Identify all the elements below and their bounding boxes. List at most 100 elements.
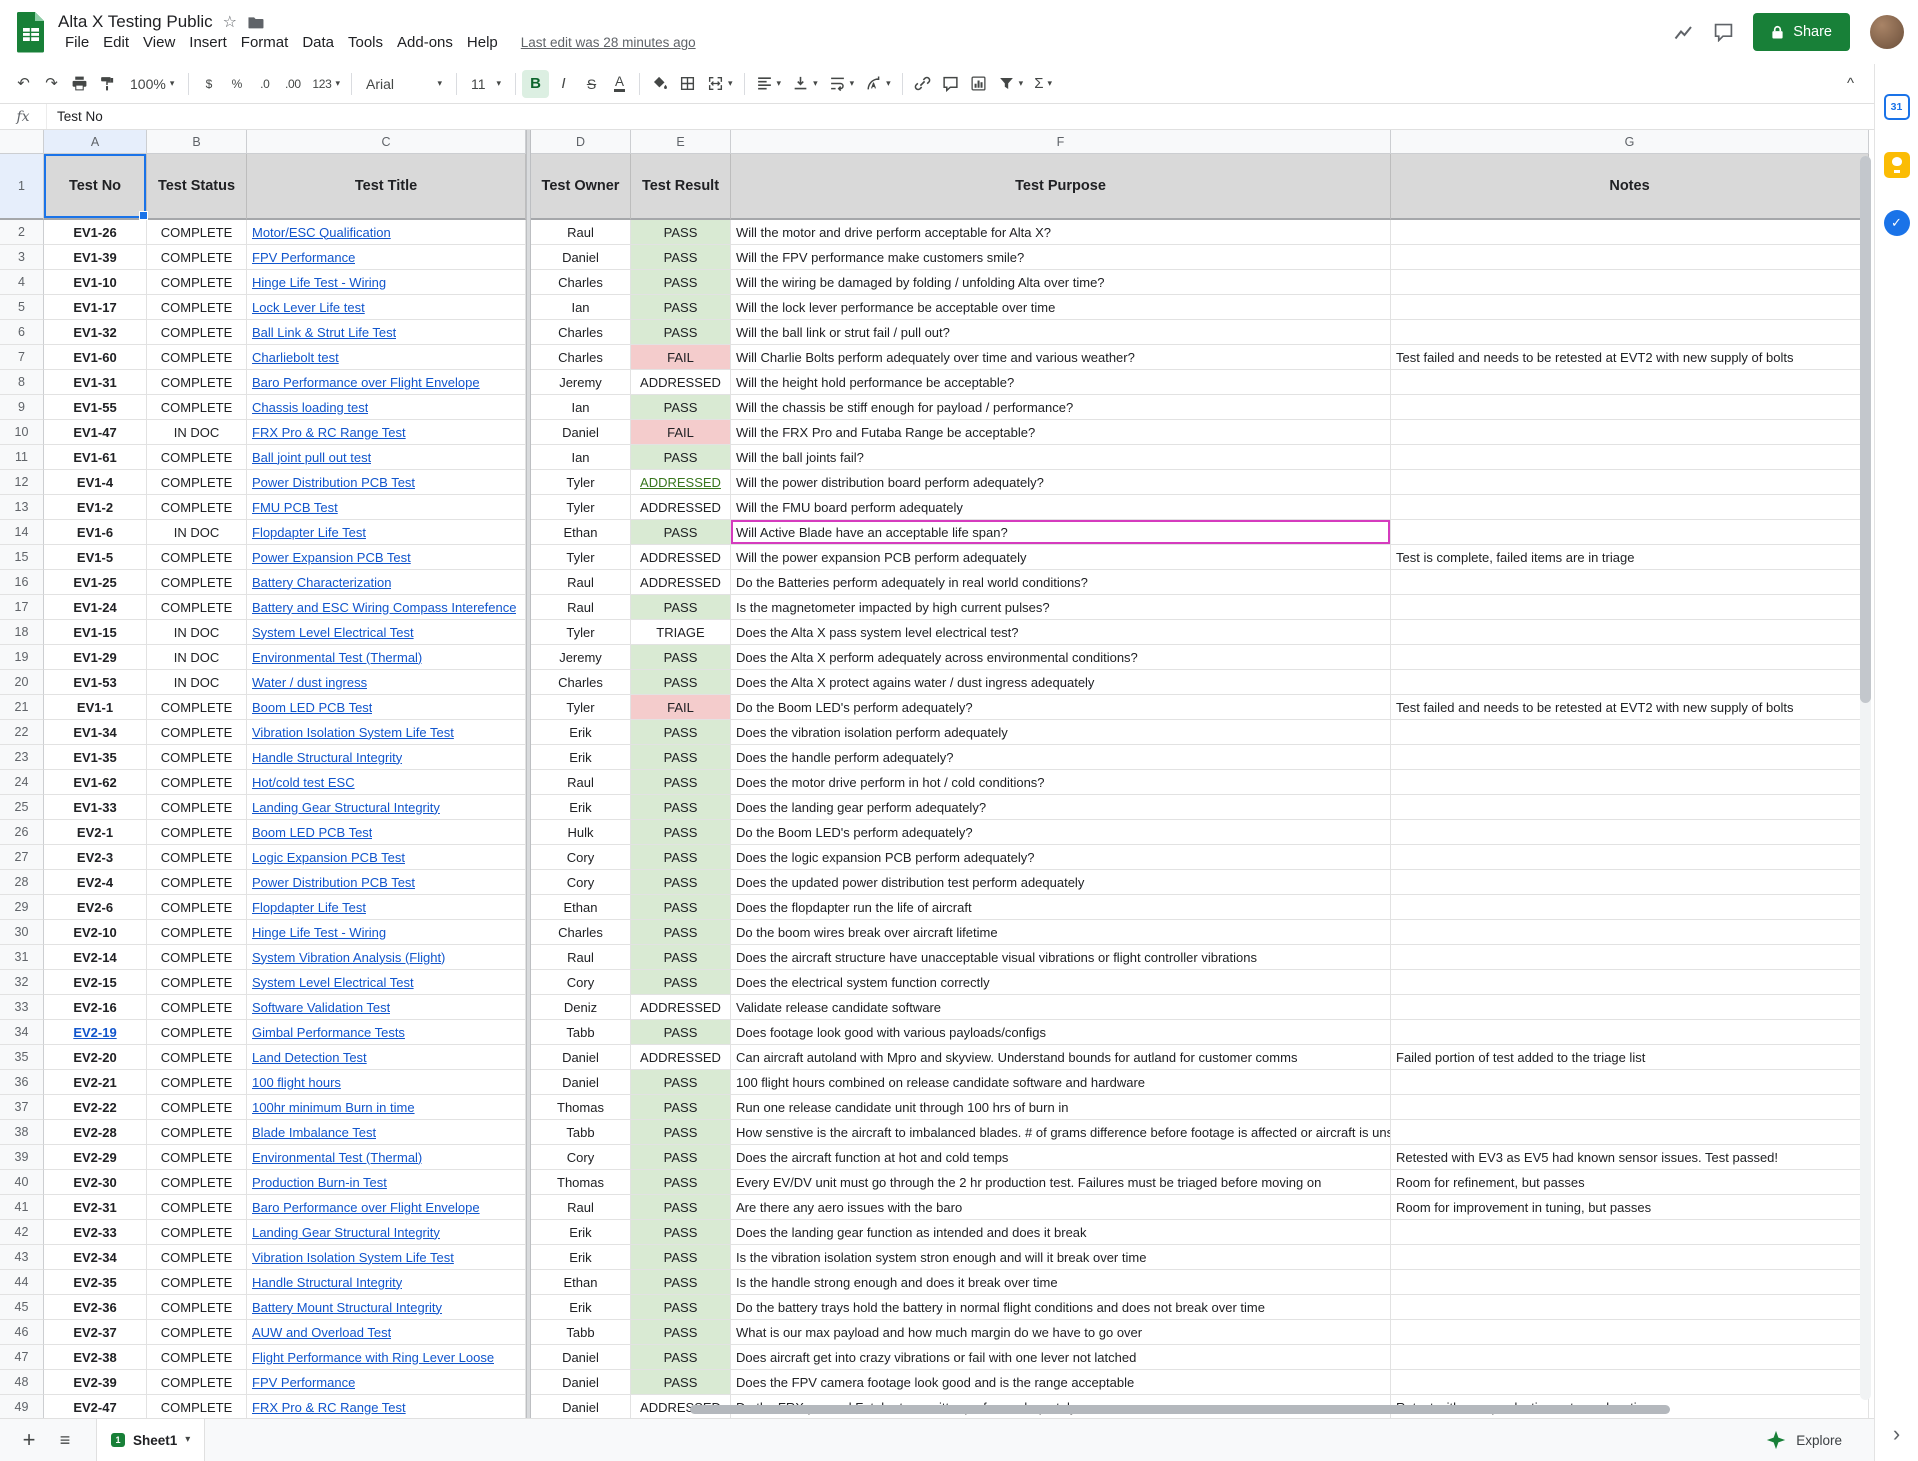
row-header-19[interactable]: 19	[0, 645, 44, 670]
row-header-22[interactable]: 22	[0, 720, 44, 745]
cell-test-result[interactable]: PASS	[631, 945, 731, 970]
cell-test-purpose[interactable]: Do the boom wires break over aircraft li…	[731, 920, 1391, 945]
row-header-42[interactable]: 42	[0, 1220, 44, 1245]
increase-decimals-button[interactable]: .00	[279, 70, 306, 98]
cell-test-owner[interactable]: Hulk	[531, 820, 631, 845]
cell-test-status[interactable]: IN DOC	[147, 520, 247, 545]
cell-test-no[interactable]: EV1-6	[44, 520, 147, 545]
cell-notes[interactable]: Test failed and needs to be retested at …	[1391, 345, 1869, 370]
menu-file[interactable]: File	[58, 33, 96, 52]
test-title-link[interactable]: Hot/cold test ESC	[252, 775, 355, 790]
cell-test-purpose[interactable]: Does the handle perform adequately?	[731, 745, 1391, 770]
collapse-toolbar-button[interactable]: ^	[1837, 70, 1864, 98]
cell-test-result[interactable]: PASS	[631, 1145, 731, 1170]
test-title-link[interactable]: Land Detection Test	[252, 1050, 367, 1065]
cell-test-owner[interactable]: Tabb	[531, 1020, 631, 1045]
cell-test-status[interactable]: COMPLETE	[147, 1395, 247, 1418]
functions-button[interactable]: Σ▾	[1029, 70, 1057, 98]
cell-test-status[interactable]: IN DOC	[147, 620, 247, 645]
test-title-link[interactable]: Charliebolt test	[252, 350, 339, 365]
cell-test-no[interactable]: EV1-5	[44, 545, 147, 570]
cell-test-result[interactable]: PASS	[631, 895, 731, 920]
cell-test-no[interactable]: EV2-22	[44, 1095, 147, 1120]
cell-test-no[interactable]: EV2-21	[44, 1070, 147, 1095]
cell-test-owner[interactable]: Daniel	[531, 420, 631, 445]
cell-test-status[interactable]: IN DOC	[147, 670, 247, 695]
cell-notes[interactable]	[1391, 520, 1869, 545]
cell-test-result[interactable]: FAIL	[631, 420, 731, 445]
cell-notes[interactable]: Test is complete, failed items are in tr…	[1391, 545, 1869, 570]
keep-icon[interactable]	[1884, 152, 1910, 178]
cell-notes[interactable]	[1391, 395, 1869, 420]
tasks-icon[interactable]: ✓	[1884, 210, 1910, 236]
test-title-link[interactable]: Environmental Test (Thermal)	[252, 1150, 422, 1165]
sheets-logo-icon[interactable]	[14, 11, 48, 53]
cell-test-no[interactable]: EV2-33	[44, 1220, 147, 1245]
test-title-link[interactable]: 100 flight hours	[252, 1075, 341, 1090]
cell-notes[interactable]: Test failed and needs to be retested at …	[1391, 695, 1869, 720]
cell-test-purpose[interactable]: What is our max payload and how much mar…	[731, 1320, 1391, 1345]
share-button[interactable]: Share	[1753, 13, 1850, 51]
cell-test-result[interactable]: PASS	[631, 795, 731, 820]
text-color-button[interactable]: A	[606, 70, 633, 98]
cell-test-title[interactable]: Logic Expansion PCB Test	[247, 845, 526, 870]
cell-test-purpose[interactable]: Does aircraft get into crazy vibrations …	[731, 1345, 1391, 1370]
row-header-18[interactable]: 18	[0, 620, 44, 645]
cell-test-title[interactable]: Boom LED PCB Test	[247, 695, 526, 720]
menu-add-ons[interactable]: Add-ons	[390, 33, 460, 52]
cell-test-owner[interactable]: Raul	[531, 770, 631, 795]
menu-help[interactable]: Help	[460, 33, 505, 52]
cell-test-no[interactable]: EV1-53	[44, 670, 147, 695]
test-title-link[interactable]: Boom LED PCB Test	[252, 825, 372, 840]
cell-test-purpose[interactable]: Will the lock lever performance be accep…	[731, 295, 1391, 320]
cell-test-result[interactable]: PASS	[631, 1095, 731, 1120]
cell-test-status[interactable]: COMPLETE	[147, 770, 247, 795]
row-header-10[interactable]: 10	[0, 420, 44, 445]
cell-test-owner[interactable]: Erik	[531, 1295, 631, 1320]
cell-notes[interactable]	[1391, 645, 1869, 670]
cell-notes[interactable]	[1391, 720, 1869, 745]
row-header-47[interactable]: 47	[0, 1345, 44, 1370]
cell-test-owner[interactable]: Daniel	[531, 245, 631, 270]
column-header-c[interactable]: C	[247, 130, 526, 154]
cell-notes[interactable]	[1391, 1295, 1869, 1320]
cell-test-title[interactable]: FRX Pro & RC Range Test	[247, 420, 526, 445]
cell-notes[interactable]	[1391, 745, 1869, 770]
cell-test-status[interactable]: COMPLETE	[147, 245, 247, 270]
row-header-4[interactable]: 4	[0, 270, 44, 295]
cell-test-status[interactable]: COMPLETE	[147, 320, 247, 345]
row-header-35[interactable]: 35	[0, 1045, 44, 1070]
calendar-icon[interactable]: 31	[1884, 94, 1910, 120]
cell-test-status[interactable]: COMPLETE	[147, 1120, 247, 1145]
redo-icon[interactable]: ↷	[38, 70, 65, 98]
cell-test-status[interactable]: COMPLETE	[147, 995, 247, 1020]
cell-test-status[interactable]: COMPLETE	[147, 395, 247, 420]
cell-notes[interactable]	[1391, 1070, 1869, 1095]
cell-test-status[interactable]: COMPLETE	[147, 1195, 247, 1220]
cell-test-status[interactable]: COMPLETE	[147, 1095, 247, 1120]
row-header-6[interactable]: 6	[0, 320, 44, 345]
cell-test-title[interactable]: System Level Electrical Test	[247, 970, 526, 995]
cell-test-status[interactable]: IN DOC	[147, 420, 247, 445]
cell-test-purpose[interactable]: Is the handle strong enough and does it …	[731, 1270, 1391, 1295]
row-header-49[interactable]: 49	[0, 1395, 44, 1418]
header-test-status[interactable]: Test Status	[147, 154, 247, 220]
cell-test-result[interactable]: FAIL	[631, 345, 731, 370]
cell-test-result[interactable]: PASS	[631, 595, 731, 620]
cell-test-title[interactable]: AUW and Overload Test	[247, 1320, 526, 1345]
cell-test-owner[interactable]: Tabb	[531, 1320, 631, 1345]
row-header-29[interactable]: 29	[0, 895, 44, 920]
create-filter-button[interactable]: ▾	[993, 70, 1029, 98]
cell-test-purpose[interactable]: Does the aircraft function at hot and co…	[731, 1145, 1391, 1170]
cell-test-result[interactable]: PASS	[631, 295, 731, 320]
cell-test-no[interactable]: EV1-61	[44, 445, 147, 470]
row-header-17[interactable]: 17	[0, 595, 44, 620]
cell-test-title[interactable]: Flopdapter Life Test	[247, 895, 526, 920]
cell-test-result[interactable]: PASS	[631, 395, 731, 420]
cell-test-purpose[interactable]: Validate release candidate software	[731, 995, 1391, 1020]
cell-test-purpose[interactable]: Do the Batteries perform adequately in r…	[731, 570, 1391, 595]
row-header-33[interactable]: 33	[0, 995, 44, 1020]
font-family-select[interactable]: Arial▾	[358, 70, 450, 98]
header-test-no[interactable]: Test No	[44, 154, 147, 220]
test-title-link[interactable]: Vibration Isolation System Life Test	[252, 1250, 454, 1265]
